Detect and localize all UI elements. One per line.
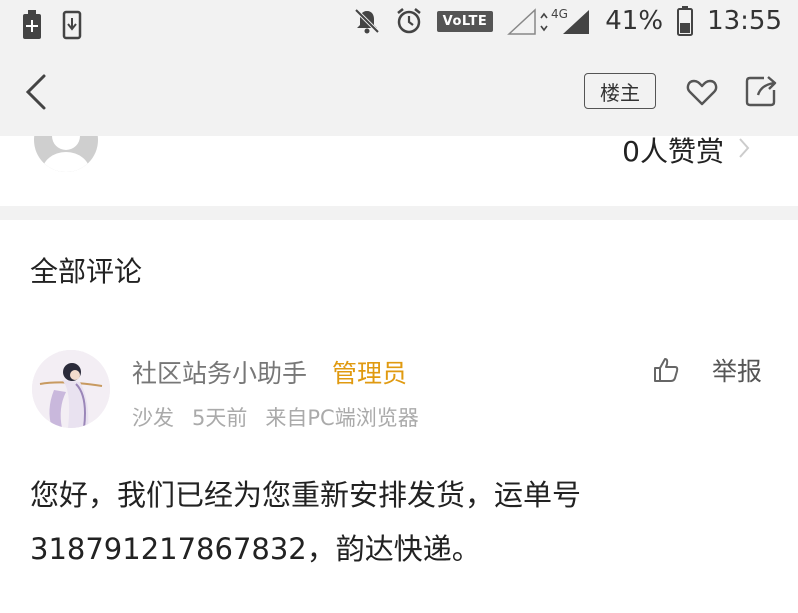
share-icon <box>745 76 777 107</box>
battery-icon <box>677 6 694 36</box>
donate-count: 0人赞赏 <box>622 136 724 168</box>
comment-source: 来自PC端浏览器 <box>265 406 419 430</box>
comments-title: 全部评论 <box>30 255 143 288</box>
comment-author[interactable]: 社区站务小助手 <box>132 354 307 390</box>
battery-saver-icon <box>22 10 42 40</box>
comment-content: 您好，我们已经为您重新安排发货，运单号 318791217867832，韵达快递… <box>30 468 760 576</box>
avatar[interactable] <box>32 350 110 428</box>
chevron-left-icon <box>25 74 46 110</box>
back-button[interactable] <box>20 70 56 114</box>
chevron-right-icon <box>739 138 750 158</box>
donate-row[interactable]: 0人赞赏 <box>0 136 798 206</box>
favorite-button[interactable] <box>686 76 718 108</box>
comment-meta: 沙发 5天前 来自PC端浏览器 <box>132 402 419 432</box>
comment-content-line: 您好，我们已经为您重新安排发货，运单号 <box>30 478 582 512</box>
volte-icon: VoLTE <box>436 10 494 32</box>
signal-icon: 4G <box>507 6 591 36</box>
battery-percent: 41% <box>605 6 664 36</box>
comment-time: 5天前 <box>192 406 248 430</box>
alarm-icon <box>395 7 423 35</box>
clock-time: 13:55 <box>707 6 782 36</box>
nav-bar: 楼主 <box>0 50 798 136</box>
share-button[interactable] <box>744 74 778 108</box>
thumbs-up-icon <box>654 358 679 382</box>
comment-floor: 沙发 <box>132 406 174 430</box>
original-poster-filter-button[interactable]: 楼主 <box>584 73 656 109</box>
like-button[interactable] <box>652 356 680 384</box>
section-divider <box>0 206 798 220</box>
mute-icon <box>353 7 381 35</box>
heart-icon <box>686 79 718 106</box>
download-icon <box>62 10 82 40</box>
comment-content-line: 318791217867832，韵达快递。 <box>30 532 481 566</box>
report-button[interactable]: 举报 <box>712 352 762 388</box>
default-avatar-icon <box>34 136 98 172</box>
admin-badge: 管理员 <box>332 359 408 388</box>
network-type-label: 4G <box>551 7 568 21</box>
avatar-illustration-icon <box>32 350 110 428</box>
status-bar: VoLTE 4G 41% 13:55 <box>0 0 798 50</box>
